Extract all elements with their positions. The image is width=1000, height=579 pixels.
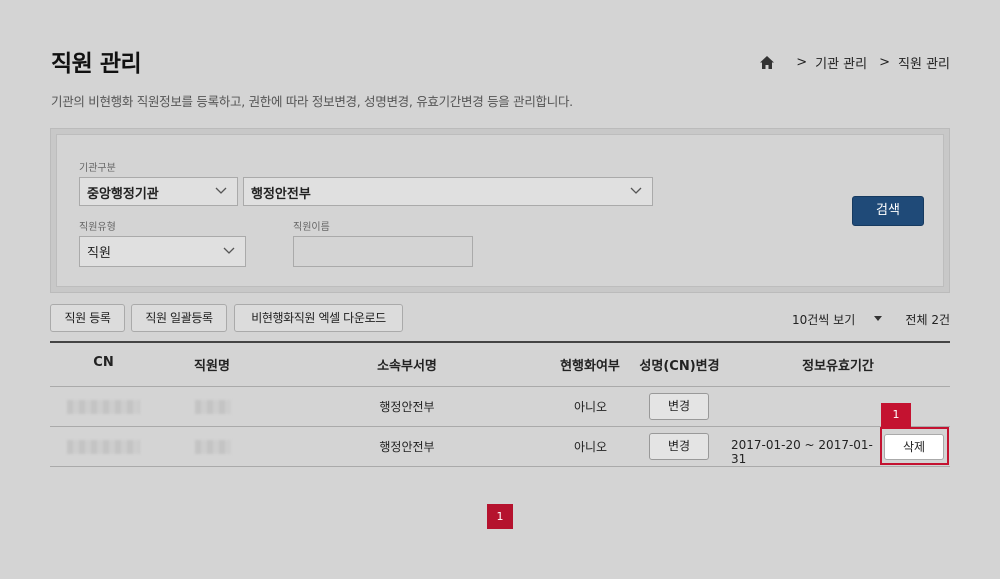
- breadcrumb-separator: >: [879, 55, 891, 70]
- breadcrumb: > 기관 관리 > 직원 관리: [760, 53, 950, 72]
- column-header-name: 직원명: [194, 359, 230, 374]
- breadcrumb-item-staff[interactable]: 직원 관리: [898, 53, 950, 72]
- page-title: 직원 관리: [51, 51, 142, 77]
- change-name-button[interactable]: 변경: [649, 433, 709, 460]
- column-header-current: 현행화여부: [560, 359, 620, 374]
- bulk-register-button[interactable]: 직원 일괄등록: [131, 304, 227, 332]
- breadcrumb-item-org[interactable]: 기관 관리: [815, 53, 867, 72]
- chevron-down-icon: [223, 247, 235, 254]
- column-header-dept: 소속부서명: [377, 359, 437, 374]
- staff-table: CN 직원명 소속부서명 현행화여부 성명(CN)변경 정보유효기간 행정안전부…: [50, 341, 950, 467]
- org-name-select[interactable]: 행정안전부: [243, 177, 653, 206]
- column-header-validity: 정보유효기간: [802, 359, 874, 374]
- dept-cell: 행정안전부: [379, 440, 435, 454]
- breadcrumb-separator: >: [796, 55, 808, 70]
- dept-cell: 행정안전부: [379, 400, 435, 414]
- staff-name-label: 직원이름: [293, 222, 330, 233]
- table-row: 행정안전부 아니오 변경: [50, 387, 950, 427]
- change-name-button[interactable]: 변경: [649, 393, 709, 420]
- page-description: 기관의 비현행화 직원정보를 등록하고, 권한에 따라 정보변경, 성명변경, …: [51, 94, 573, 109]
- masked-staff-name: [195, 440, 231, 454]
- table-header: CN 직원명 소속부서명 현행화여부 성명(CN)변경 정보유효기간: [50, 341, 950, 387]
- page-button-current[interactable]: 1: [487, 504, 513, 529]
- org-type-label: 기관구분: [79, 163, 116, 174]
- validity-cell: 2017-01-20 ~ 2017-01-31: [731, 438, 873, 466]
- table-row: 행정안전부 아니오 변경 2017-01-20 ~ 2017-01-31 삭제: [50, 427, 950, 467]
- column-header-name-change: 성명(CN)변경: [639, 359, 720, 374]
- home-icon[interactable]: [760, 56, 775, 69]
- search-panel: 기관구분 중앙행정기관 행정안전부 직원유형 직원 직원이름 검색: [50, 128, 950, 293]
- masked-cn: [67, 400, 140, 414]
- total-count: 전체 2건: [905, 313, 950, 327]
- staff-type-select[interactable]: 직원: [79, 236, 246, 267]
- register-staff-button[interactable]: 직원 등록: [50, 304, 125, 332]
- masked-cn: [67, 440, 140, 454]
- org-type-value: 중앙행정기관: [87, 187, 159, 202]
- staff-name-input[interactable]: [293, 236, 473, 267]
- masked-staff-name: [195, 400, 231, 414]
- page-size-select[interactable]: 10건씩 보기: [792, 311, 855, 328]
- chevron-down-icon: [630, 187, 642, 194]
- highlight-box: [880, 427, 949, 465]
- org-name-value: 행정안전부: [251, 187, 311, 202]
- excel-download-button[interactable]: 비현행화직원 엑셀 다운로드: [234, 304, 403, 332]
- staff-type-label: 직원유형: [79, 222, 116, 233]
- chevron-down-icon: [215, 187, 227, 194]
- caret-down-icon[interactable]: [874, 316, 882, 321]
- column-header-cn: CN: [93, 355, 114, 370]
- current-cell: 아니오: [573, 400, 608, 414]
- current-cell: 아니오: [573, 440, 608, 454]
- search-button[interactable]: 검색: [852, 196, 924, 226]
- step-badge: 1: [881, 403, 911, 427]
- org-type-select[interactable]: 중앙행정기관: [79, 177, 238, 206]
- staff-type-value: 직원: [87, 246, 111, 261]
